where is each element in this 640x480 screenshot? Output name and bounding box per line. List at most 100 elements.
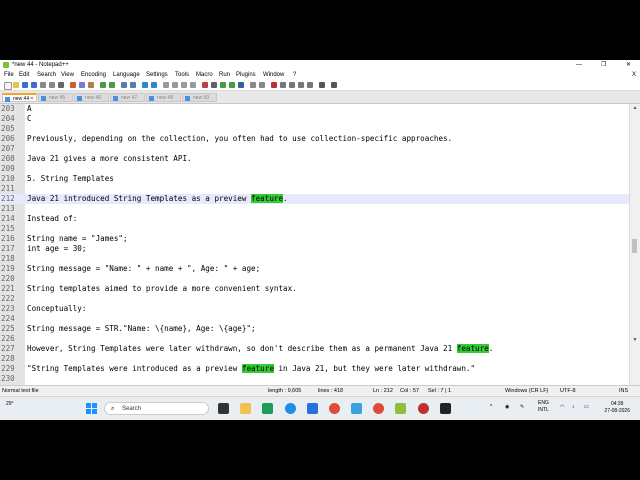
code-line[interactable]: 218 xyxy=(0,254,630,264)
stop-macro-icon[interactable] xyxy=(211,82,217,88)
menu-help[interactable]: ? xyxy=(293,70,296,80)
code-line[interactable]: 213 xyxy=(0,204,630,214)
sync-scroll-icon[interactable] xyxy=(163,82,169,88)
replace-icon[interactable] xyxy=(130,82,136,88)
restore-button[interactable]: ❐ xyxy=(601,60,606,70)
spell-check-icon[interactable] xyxy=(319,82,325,88)
store-icon[interactable] xyxy=(262,403,273,414)
redo-icon[interactable] xyxy=(109,82,115,88)
menu-tools[interactable]: Tools xyxy=(175,70,189,80)
mail-icon[interactable] xyxy=(307,403,318,414)
menu-view[interactable]: View xyxy=(61,70,74,80)
current-line[interactable]: 212 Java 21 introduced String Templates a… xyxy=(0,194,630,204)
show-all-chars-icon[interactable] xyxy=(181,82,187,88)
vertical-scrollbar[interactable]: ▲ ▼ xyxy=(629,104,640,400)
code-line[interactable]: 217 int age = 30; xyxy=(0,244,630,254)
cut-icon[interactable] xyxy=(70,82,76,88)
taskbar-search-box[interactable]: ⌕ Search xyxy=(104,402,209,415)
code-line[interactable]: 229 "String Templates were introduced as … xyxy=(0,364,630,374)
undo-icon[interactable] xyxy=(100,82,106,88)
zoom-in-icon[interactable] xyxy=(142,82,148,88)
code-line[interactable]: 215 xyxy=(0,224,630,234)
tab-new-48[interactable]: new 48 xyxy=(146,93,181,102)
minimize-button[interactable]: — xyxy=(576,60,582,70)
scrollbar-thumb[interactable] xyxy=(632,239,637,253)
scroll-down-icon[interactable]: ▼ xyxy=(630,336,640,344)
menu-run[interactable]: Run xyxy=(219,70,230,80)
code-line[interactable]: 223 Conceptually: xyxy=(0,304,630,314)
code-line[interactable]: 224 xyxy=(0,314,630,324)
tab-close-icon[interactable]: ✕ xyxy=(30,95,34,104)
tab-new-44[interactable]: new 44 ✕ xyxy=(2,93,37,102)
tab-new-47[interactable]: new 47 xyxy=(110,93,145,102)
paste-icon[interactable] xyxy=(88,82,94,88)
folder-workspace-icon[interactable] xyxy=(259,82,265,88)
code-line[interactable]: 228 xyxy=(0,354,630,364)
code-line[interactable]: 211 xyxy=(0,184,630,194)
scroll-up-icon[interactable]: ▲ xyxy=(630,104,640,112)
tray-chevron-icon[interactable]: ^ xyxy=(490,404,492,410)
print-icon[interactable] xyxy=(58,82,64,88)
wifi-icon[interactable]: ◠ xyxy=(560,404,564,410)
find-icon[interactable] xyxy=(121,82,127,88)
menu-language[interactable]: Language xyxy=(113,70,140,80)
edge-icon[interactable] xyxy=(285,403,296,414)
menu-file[interactable]: File xyxy=(4,70,14,80)
tab-new-46[interactable]: new 46 xyxy=(74,93,109,102)
save-macro-icon[interactable] xyxy=(238,82,244,88)
zoom-out-icon[interactable] xyxy=(151,82,157,88)
menu-search[interactable]: Search xyxy=(37,70,56,80)
new-file-icon[interactable] xyxy=(4,82,12,90)
terminal-icon[interactable] xyxy=(440,403,451,414)
code-line[interactable]: 216 String name = "James"; xyxy=(0,234,630,244)
code-line[interactable]: 214 Instead of: xyxy=(0,214,630,224)
skype-icon[interactable] xyxy=(351,403,362,414)
menu-edit[interactable]: Edit xyxy=(19,70,29,80)
code-line[interactable]: 226 xyxy=(0,334,630,344)
copy-icon[interactable] xyxy=(79,82,85,88)
menu-encoding[interactable]: Encoding xyxy=(81,70,106,80)
chrome-alt-icon[interactable] xyxy=(373,403,384,414)
windows-start-icon[interactable] xyxy=(86,403,97,414)
play-icon[interactable] xyxy=(289,82,295,88)
menu-plugins[interactable]: Plugins xyxy=(236,70,256,80)
close-all-icon[interactable] xyxy=(49,82,55,88)
record-icon[interactable] xyxy=(271,82,277,88)
code-line[interactable]: 204 C xyxy=(0,114,630,124)
abc-icon[interactable] xyxy=(331,82,337,88)
menu-settings[interactable]: Settings xyxy=(146,70,168,80)
code-line[interactable]: 220 xyxy=(0,274,630,284)
stop-icon[interactable] xyxy=(280,82,286,88)
app-red-icon[interactable] xyxy=(418,403,429,414)
close-file-icon[interactable] xyxy=(40,82,46,88)
file-explorer-icon[interactable] xyxy=(240,403,251,414)
indent-guide-icon[interactable] xyxy=(190,82,196,88)
menu-macro[interactable]: Macro xyxy=(196,70,213,80)
code-line[interactable]: 219 String message = "Name: " + name + ",… xyxy=(0,264,630,274)
tray-pen-icon[interactable]: ✎ xyxy=(520,404,524,410)
weather-widget[interactable]: 29° xyxy=(6,401,14,407)
playback-icon[interactable] xyxy=(298,82,304,88)
code-line[interactable]: 206 Previously, depending on the collecti… xyxy=(0,134,630,144)
clock[interactable]: 04:39 27-08-2026 xyxy=(604,401,630,415)
save-icon[interactable] xyxy=(22,82,28,88)
code-line[interactable]: 230 xyxy=(0,374,630,384)
task-view-icon[interactable] xyxy=(218,403,229,414)
macro-save-icon[interactable] xyxy=(307,82,313,88)
tray-location-icon[interactable]: ◉ xyxy=(505,404,509,410)
code-line[interactable]: 208 Java 21 gives a more consistent API. xyxy=(0,154,630,164)
language-indicator[interactable]: ENG INTL xyxy=(538,400,549,414)
code-line[interactable]: 205 xyxy=(0,124,630,134)
play-macro-icon[interactable] xyxy=(220,82,226,88)
menu-window[interactable]: Window xyxy=(263,70,284,80)
word-wrap-icon[interactable] xyxy=(172,82,178,88)
close-button[interactable]: ✕ xyxy=(626,60,631,70)
code-line[interactable]: 221 String templates aimed to provide a m… xyxy=(0,284,630,294)
function-list-icon[interactable] xyxy=(250,82,256,88)
code-line[interactable]: 222 xyxy=(0,294,630,304)
code-line[interactable]: 203 A xyxy=(0,104,630,114)
code-line[interactable]: 209 xyxy=(0,164,630,174)
code-line[interactable]: 210 5. String Templates xyxy=(0,174,630,184)
record-macro-icon[interactable] xyxy=(202,82,208,88)
notepadpp-taskbar-icon[interactable] xyxy=(395,403,406,414)
